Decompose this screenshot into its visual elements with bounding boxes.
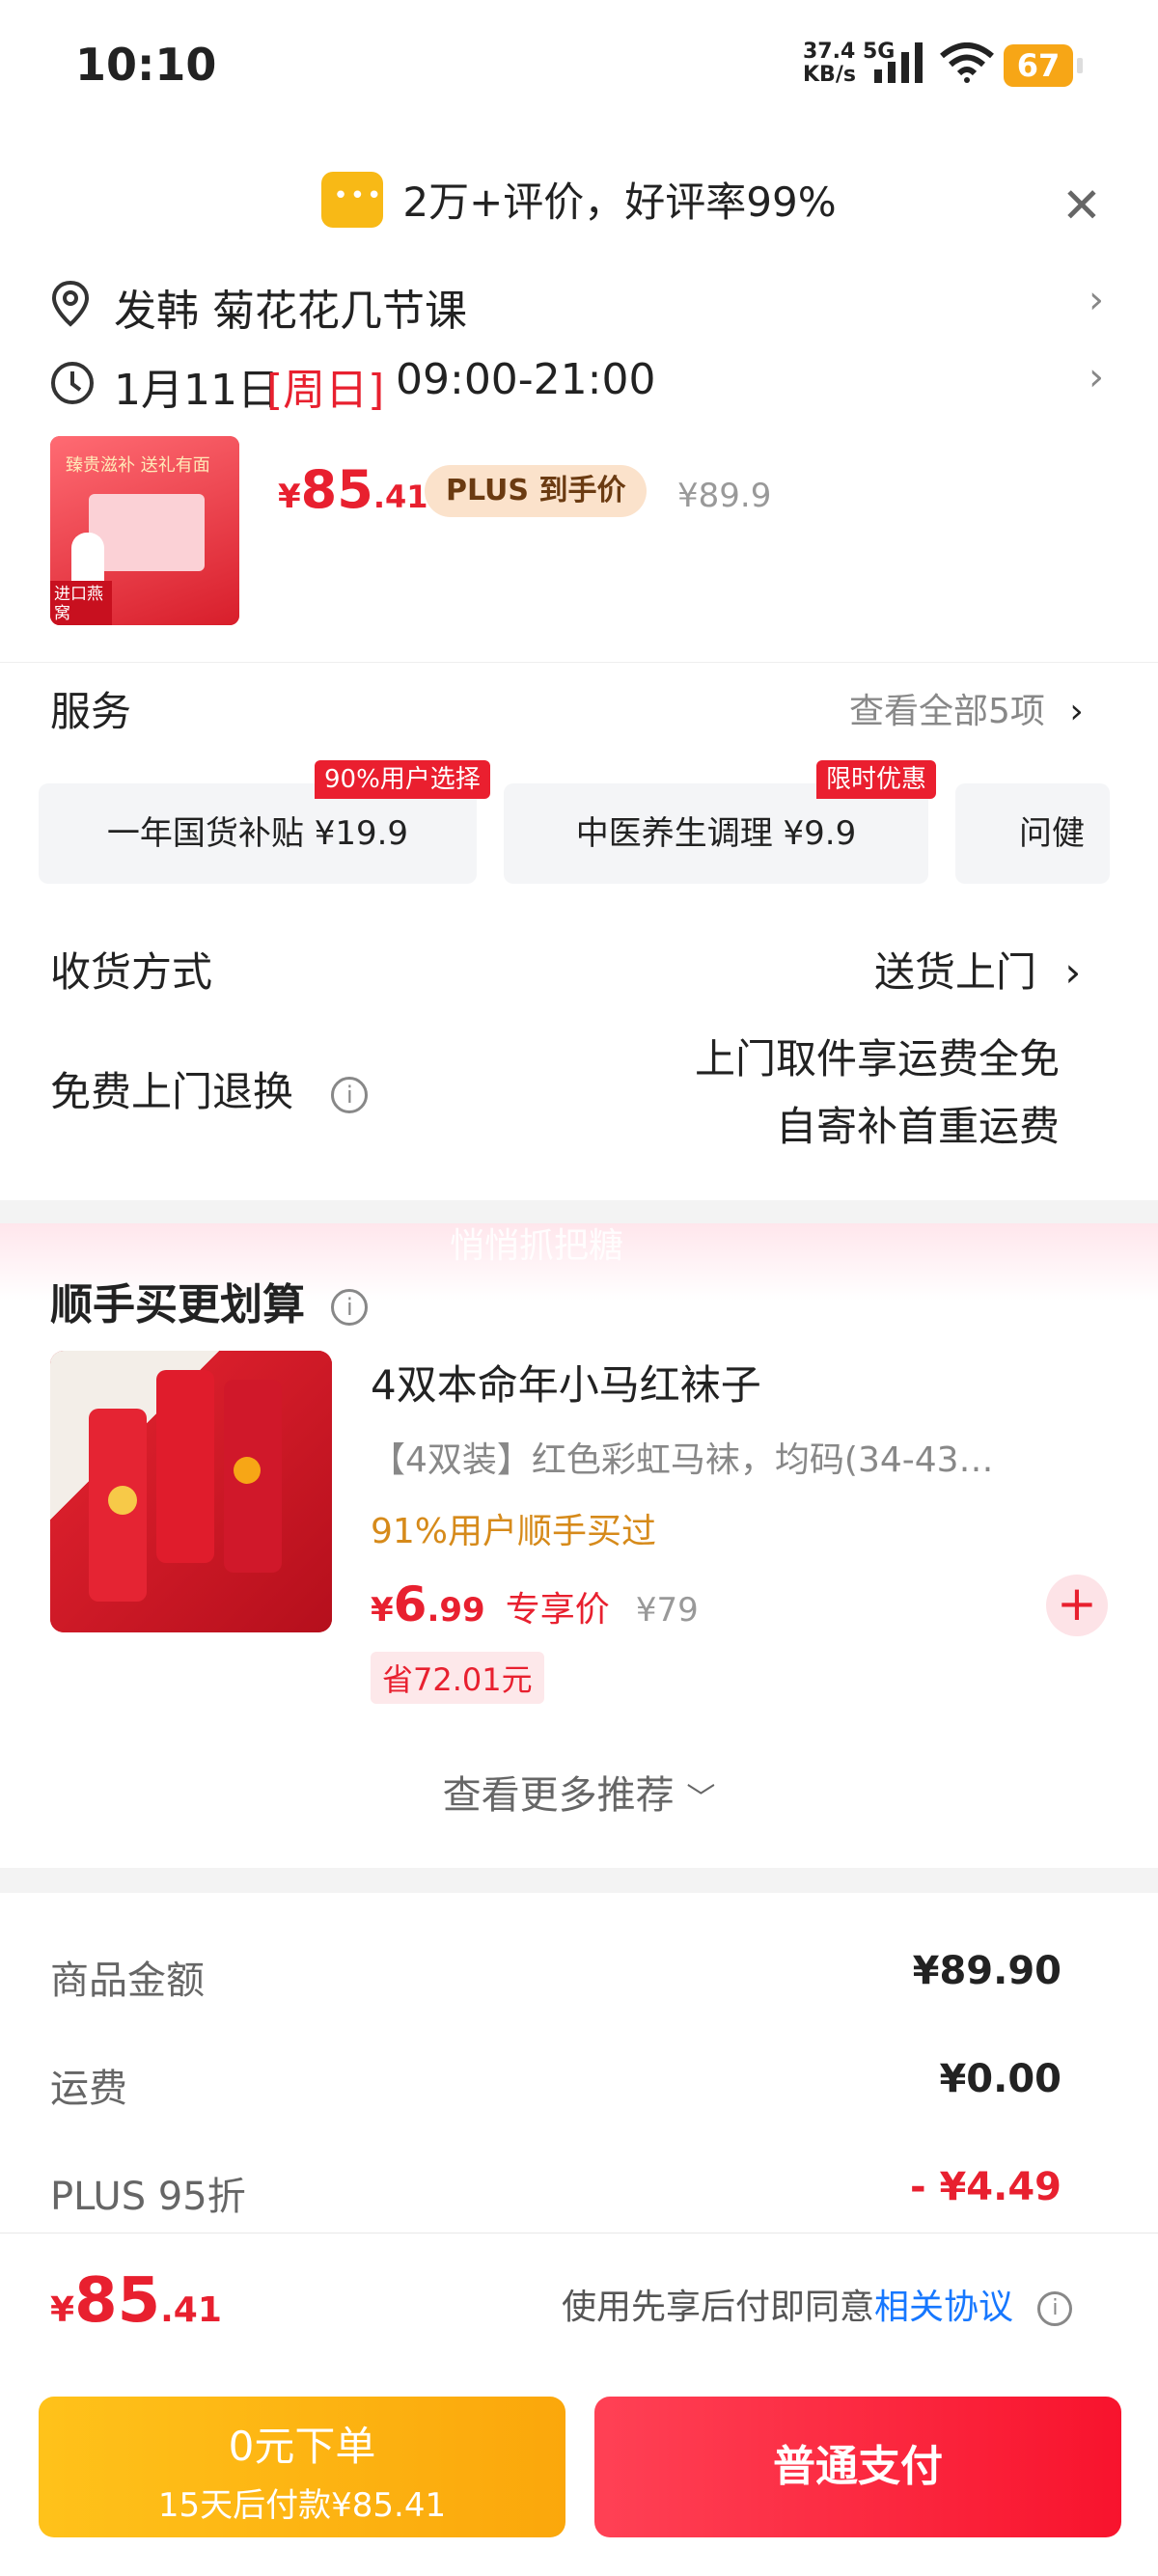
- addon-item-social: 91%用户顺手买过: [371, 1512, 657, 1551]
- total-int: 85: [74, 2265, 161, 2337]
- zero-down-subtitle: 15天后付款¥85.41: [157, 2486, 447, 2525]
- price-dec: .99: [427, 1591, 485, 1630]
- currency: ¥: [371, 1591, 394, 1630]
- footer-total: ¥85.41: [50, 2265, 222, 2337]
- chevron-down-icon: ﹀: [686, 1782, 716, 1816]
- shipping-method[interactable]: 送货上门 ›: [874, 940, 1081, 999]
- clock-icon: [51, 362, 94, 404]
- wifi-icon: [940, 42, 994, 83]
- zero-down-order-button[interactable]: 0元下单 15天后付款¥85.41: [39, 2397, 565, 2537]
- product-thumbnail[interactable]: 臻贵滋补 送礼有面 进口燕窝: [50, 436, 239, 625]
- delivery-weekday: [周日]: [266, 366, 385, 415]
- divider: [0, 662, 1158, 663]
- addon-item-desc: 【4双装】红色彩虹马袜，均码(34-43…: [371, 1440, 994, 1480]
- addon-item-name[interactable]: 4双本命年小马红袜子: [371, 1353, 761, 1411]
- service-label: 问健康: [1019, 814, 1085, 853]
- watermark: 悄悄抓把糖: [450, 1226, 624, 1266]
- net-speed-value: 37.4: [803, 40, 856, 64]
- rating-header: 2万+评价，好评率99%: [0, 170, 1158, 229]
- net-speed-unit: KB/s: [803, 63, 856, 87]
- thumb-text: 臻贵滋补 送礼有面: [66, 455, 210, 476]
- plus-price-badge: PLUS 到手价: [425, 465, 648, 517]
- view-all-services[interactable]: 查看全部5项 ›: [849, 683, 1084, 733]
- normal-pay-label: 普通支付: [773, 2442, 943, 2491]
- addon-title-text: 顺手买更划算: [50, 1280, 305, 1329]
- service-tag: 限时优惠: [816, 760, 937, 799]
- currency: ¥: [50, 2290, 75, 2330]
- product-price: ¥85.41: [278, 459, 428, 520]
- plus-label: PLUS: [446, 474, 530, 507]
- shipping-label: 收货方式: [50, 948, 213, 996]
- chevron-right-icon: ›: [1069, 692, 1084, 731]
- returns-line1: 上门取件享运费全免: [694, 1035, 1060, 1082]
- service-tag: 90%用户选择: [315, 760, 490, 799]
- summary-label: PLUS 95折: [50, 2175, 246, 2219]
- service-label: 中医养生调理 ¥9.9: [575, 814, 857, 853]
- shipping-value: 送货上门: [874, 948, 1037, 996]
- signal-icon: [874, 42, 923, 83]
- service-label: 一年国货补贴 ¥19.9: [106, 814, 409, 853]
- info-icon[interactable]: i: [331, 1076, 369, 1113]
- returns-label-text: 免费上门退换: [50, 1068, 294, 1115]
- addon-item-price: ¥6.99 专享价 ¥79: [371, 1576, 699, 1632]
- summary-value: ¥89.90: [912, 1949, 1062, 1993]
- save-badge: 省72.01元: [371, 1652, 544, 1704]
- price-int: 85: [300, 459, 373, 520]
- returns-line2: 自寄补首重运费: [775, 1103, 1060, 1150]
- price-label: 专享价: [505, 1590, 610, 1630]
- view-all-label: 查看全部5项: [849, 692, 1045, 731]
- address-text: 发韩 菊花花几节课: [114, 287, 467, 336]
- address-row[interactable]: 发韩 菊花花几节课 ›: [50, 272, 1112, 336]
- zero-down-title: 0元下单: [228, 2423, 376, 2470]
- chevron-right-icon: ›: [1089, 355, 1104, 399]
- service-card[interactable]: 问健康: [955, 783, 1110, 884]
- addon-item-image[interactable]: [50, 1351, 332, 1632]
- normal-pay-button[interactable]: 普通支付: [594, 2397, 1121, 2537]
- close-icon[interactable]: ✕: [1062, 181, 1102, 230]
- agreement-link[interactable]: 相关协议: [874, 2288, 1013, 2327]
- summary-label: 运费: [50, 2067, 127, 2111]
- summary-value: ¥0.00: [939, 2057, 1062, 2101]
- add-to-cart-button[interactable]: +: [1046, 1575, 1108, 1636]
- more-label: 查看更多推荐: [442, 1773, 675, 1818]
- delivery-date: 1月11日: [114, 366, 280, 415]
- summary-value: - ¥4.49: [909, 2165, 1062, 2209]
- thumb-corner: 进口燕窝: [50, 581, 112, 625]
- original-price: ¥89.9: [677, 477, 772, 515]
- chat-bubble-icon: [321, 171, 383, 228]
- returns-label: 免费上门退换 i: [50, 1059, 369, 1118]
- price-dec: .41: [372, 479, 428, 515]
- delivery-time-row[interactable]: 1月11日 [周日] 09:00-21:00 ›: [50, 349, 1112, 415]
- info-icon[interactable]: i: [1037, 2291, 1073, 2326]
- summary-label: 商品金额: [50, 1959, 205, 2003]
- addon-title: 顺手买更划算 i: [50, 1270, 369, 1331]
- section-separator: [0, 1868, 1158, 1893]
- status-time: 10:10: [75, 39, 217, 91]
- battery-indicator: 67: [1004, 44, 1083, 87]
- chevron-right-icon: ›: [1064, 948, 1082, 996]
- agreement-text: 使用先享后付即同意相关协议 i: [562, 2279, 1073, 2329]
- total-dec: .41: [160, 2290, 222, 2330]
- chevron-right-icon: ›: [1089, 278, 1104, 322]
- delivery-range: 09:00-21:00: [396, 355, 656, 404]
- info-icon[interactable]: i: [331, 1289, 369, 1326]
- price-int: 6: [393, 1576, 427, 1632]
- services-title: 服务: [50, 688, 132, 735]
- rating-text: 2万+评价，好评率99%: [402, 178, 837, 226]
- addon-original-price: ¥79: [635, 1591, 699, 1630]
- currency: ¥: [278, 478, 301, 516]
- agreement-prefix: 使用先享后付即同意: [562, 2288, 875, 2327]
- more-recommendations[interactable]: 查看更多推荐 ﹀: [0, 1764, 1158, 1820]
- location-pin-icon: [51, 280, 90, 327]
- plus-badge-text: 到手价: [538, 474, 626, 507]
